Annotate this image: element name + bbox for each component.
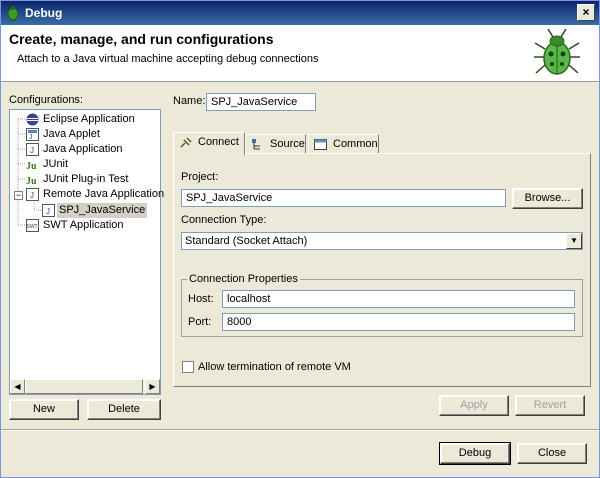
- banner-subtext: Attach to a Java virtual machine accepti…: [17, 53, 319, 65]
- java-config-icon: J: [42, 204, 55, 217]
- delete-button[interactable]: Delete: [87, 399, 161, 420]
- name-label: Name:: [173, 95, 206, 107]
- debug-dialog: Debug × Create, manage, and run configur…: [0, 0, 600, 478]
- svg-text:J: J: [29, 134, 33, 141]
- debug-bug-icon: [7, 6, 19, 21]
- svg-text:Ju: Ju: [26, 161, 37, 171]
- applet-icon: J: [26, 128, 39, 141]
- header-banner: Create, manage, and run configurations A…: [1, 25, 599, 82]
- allow-termination-checkbox[interactable]: [182, 361, 194, 373]
- scroll-thumb[interactable]: [25, 379, 143, 394]
- bug-icon: [534, 28, 580, 75]
- junit-plugin-icon: Ju: [26, 176, 37, 186]
- host-input[interactable]: localhost: [222, 290, 575, 308]
- eclipse-icon: [26, 113, 39, 126]
- java-app-icon: J: [26, 143, 39, 156]
- svg-text:J: J: [30, 146, 34, 155]
- host-label: Host:: [188, 293, 214, 305]
- svg-text:SWT: SWT: [27, 224, 38, 230]
- configurations-label: Configurations:: [9, 94, 83, 106]
- junit-icon: Ju: [26, 161, 37, 171]
- swt-icon: SWT: [26, 219, 39, 232]
- scroll-right-icon[interactable]: ▶: [145, 379, 160, 394]
- connection-properties-title: Connection Properties: [187, 273, 300, 285]
- tab-connect[interactable]: Connect: [173, 132, 245, 155]
- footer-separator: [1, 429, 599, 431]
- connection-type-value: Standard (Socket Attach): [185, 235, 308, 247]
- revert-button[interactable]: Revert: [515, 395, 585, 416]
- svg-text:J: J: [30, 191, 34, 200]
- connection-type-select[interactable]: Standard (Socket Attach) ▼: [181, 232, 583, 250]
- browse-button[interactable]: Browse...: [512, 188, 583, 209]
- connect-icon: [180, 137, 192, 148]
- scroll-left-icon[interactable]: ◀: [10, 379, 25, 394]
- common-icon: [314, 139, 327, 150]
- tab-common[interactable]: Common: [308, 134, 379, 154]
- horizontal-scrollbar[interactable]: ◀ ▶: [10, 379, 160, 394]
- banner-heading: Create, manage, and run configurations: [9, 31, 274, 47]
- svg-text:J: J: [46, 207, 50, 216]
- svg-text:Ju: Ju: [26, 176, 37, 186]
- close-button[interactable]: Close: [517, 443, 587, 464]
- new-button[interactable]: New: [9, 399, 79, 420]
- port-label: Port:: [188, 316, 212, 328]
- allow-termination-label: Allow termination of remote VM: [198, 361, 351, 373]
- window-close-button[interactable]: ×: [577, 4, 595, 21]
- source-icon: [252, 139, 260, 150]
- debug-button[interactable]: Debug: [439, 442, 511, 465]
- project-label: Project:: [181, 171, 219, 183]
- remote-java-icon: J: [26, 188, 39, 201]
- tab-source[interactable]: Source: [245, 134, 306, 154]
- project-input[interactable]: SPJ_JavaService: [181, 189, 506, 207]
- window-title: Debug: [25, 6, 63, 20]
- configurations-tree[interactable]: Eclipse Application J Java Applet J Java…: [9, 109, 164, 395]
- name-input[interactable]: SPJ_JavaService: [206, 93, 316, 111]
- title-bar: Debug ×: [1, 1, 599, 25]
- port-input[interactable]: 8000: [222, 313, 575, 331]
- chevron-down-icon[interactable]: ▼: [566, 233, 582, 249]
- apply-button[interactable]: Apply: [439, 395, 509, 416]
- collapse-toggle-icon[interactable]: −: [14, 191, 23, 200]
- connection-type-label: Connection Type:: [181, 214, 267, 226]
